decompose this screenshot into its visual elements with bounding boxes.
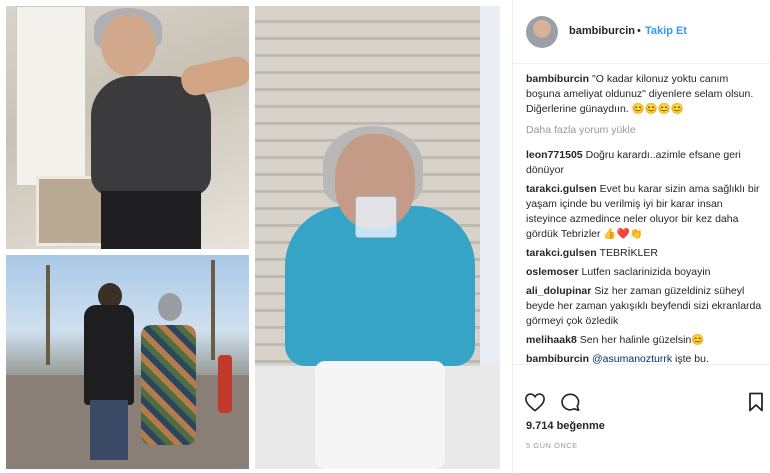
comment-item: oslemoser Lutfen saclarinizida boyayin bbox=[526, 265, 764, 280]
photo-hydrant bbox=[218, 355, 232, 413]
photo-door bbox=[16, 6, 86, 186]
palm-tree bbox=[46, 265, 50, 365]
comment-username[interactable]: tarakci.gulsen bbox=[526, 183, 597, 195]
photo-hospital bbox=[255, 6, 500, 469]
photo-selfie bbox=[6, 6, 249, 249]
comment-username[interactable]: melihaak8 bbox=[526, 334, 577, 346]
comments-list[interactable]: bambiburcin "O kadar kilonuz yoktu canım … bbox=[526, 72, 764, 364]
comment-username[interactable]: ali_dolupinar bbox=[526, 285, 591, 297]
photo-patient-legs bbox=[315, 361, 445, 469]
heart-icon[interactable] bbox=[524, 392, 546, 417]
photo-walking-couple bbox=[6, 255, 249, 469]
instagram-post: bambiburcin • Takip Et bambiburcin "O kad… bbox=[0, 0, 770, 473]
comment-item: tarakci.gulsen Evet bu karar sizin ama sa… bbox=[526, 182, 764, 242]
comment-item: melihaak8 Sen her halinle güzelsin😊 bbox=[526, 333, 764, 348]
post-media[interactable] bbox=[0, 0, 512, 473]
follow-button[interactable]: Takip Et bbox=[645, 25, 687, 37]
photo-man bbox=[84, 305, 134, 405]
photo-spirometer bbox=[355, 196, 397, 238]
post-timestamp: 5 GÜN ÖNCE bbox=[526, 441, 578, 450]
likes-count[interactable]: 9.714 beğenme bbox=[526, 420, 605, 432]
photo-woman bbox=[141, 325, 196, 445]
comment-text: Lutfen saclarinizida boyayin bbox=[581, 266, 711, 278]
caption-username[interactable]: bambiburcin bbox=[526, 73, 589, 85]
comment-username[interactable]: bambiburcin bbox=[526, 353, 589, 364]
caption: bambiburcin "O kadar kilonuz yoktu canım … bbox=[526, 72, 764, 117]
comment-item: ali_dolupinar Siz her zaman güzeldiniz sü… bbox=[526, 284, 764, 329]
photo-man-legs bbox=[90, 400, 128, 460]
post-header: bambiburcin • Takip Et bbox=[513, 0, 770, 64]
header-separator: • bbox=[637, 25, 641, 37]
comment-item: bambiburcin@asumanozturrk işte bu. Tecek… bbox=[526, 352, 764, 364]
comment-username[interactable]: oslemoser bbox=[526, 266, 579, 278]
comment-item: leon771505 Doğru karardı..azimle efsane g… bbox=[526, 148, 764, 178]
comment-mention-link[interactable]: @asumanozturrk bbox=[592, 353, 672, 364]
post-actions bbox=[513, 364, 770, 473]
comment-text: Sen her halinle güzelsin😊 bbox=[579, 334, 705, 346]
comment-icon[interactable] bbox=[559, 392, 581, 417]
post-sidebar: bambiburcin • Takip Et bambiburcin "O kad… bbox=[512, 0, 770, 473]
avatar[interactable] bbox=[526, 16, 558, 48]
comment-username[interactable]: tarakci.gulsen bbox=[526, 247, 597, 259]
comment-text: TEBRİKLER bbox=[599, 247, 658, 259]
photo-skirt bbox=[101, 191, 201, 249]
photo-face bbox=[101, 14, 156, 76]
photo-woman-head bbox=[158, 293, 182, 321]
photo-arm bbox=[178, 54, 249, 98]
comment-username[interactable]: leon771505 bbox=[526, 149, 583, 161]
load-more-comments-button[interactable]: Daha fazla yorum yükle bbox=[526, 123, 764, 138]
header-username[interactable]: bambiburcin bbox=[569, 25, 635, 37]
comment-item: tarakci.gulsen TEBRİKLER bbox=[526, 246, 764, 261]
bookmark-icon[interactable] bbox=[748, 392, 764, 417]
palm-tree bbox=[211, 260, 215, 360]
